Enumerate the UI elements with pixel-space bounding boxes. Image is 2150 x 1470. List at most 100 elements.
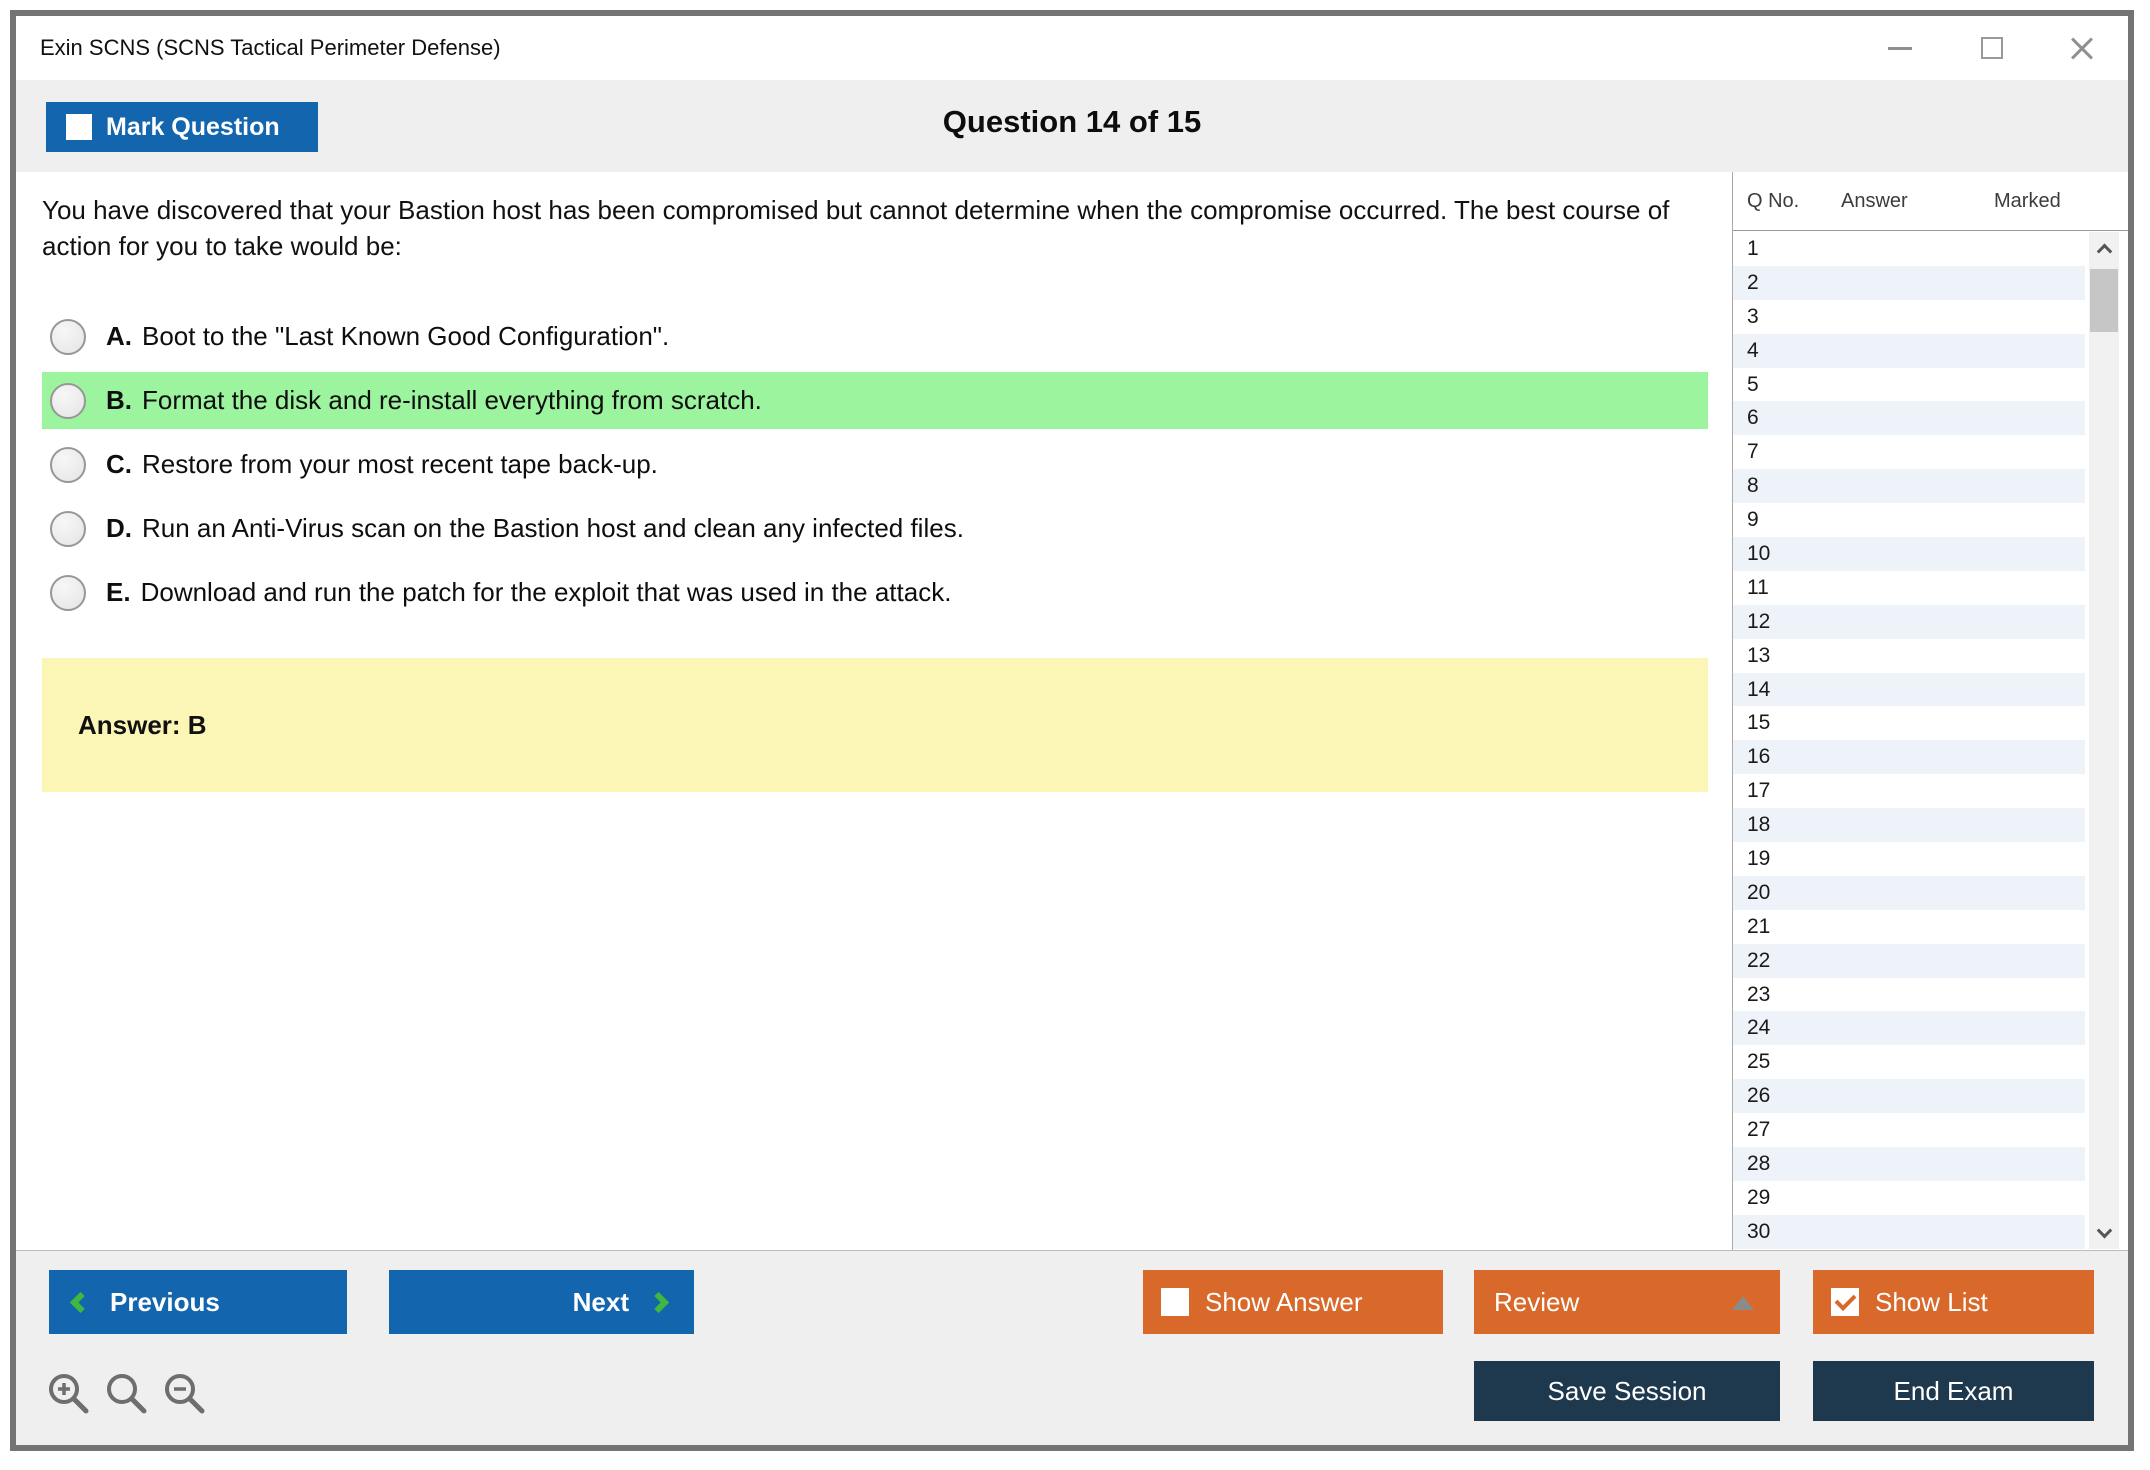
question-list-row[interactable]: 4: [1733, 334, 2085, 368]
scroll-down-button[interactable]: [2089, 1217, 2119, 1249]
next-button[interactable]: Next: [389, 1270, 694, 1334]
scrollbar-thumb[interactable]: [2090, 269, 2118, 332]
title-bar: Exin SCNS (SCNS Tactical Perimeter Defen…: [16, 16, 2128, 80]
question-number: 5: [1747, 373, 1759, 397]
question-list-row[interactable]: 20: [1733, 876, 2085, 910]
question-list-row[interactable]: 10: [1733, 537, 2085, 571]
option-radio[interactable]: [50, 383, 86, 419]
question-list-row[interactable]: 24: [1733, 1011, 2085, 1045]
question-number: 29: [1747, 1186, 1770, 1210]
question-number: 18: [1747, 813, 1770, 837]
previous-button[interactable]: Previous: [49, 1270, 347, 1334]
close-button[interactable]: [2064, 30, 2100, 66]
question-number: 26: [1747, 1084, 1770, 1108]
question-list-row[interactable]: 25: [1733, 1045, 2085, 1079]
minimize-button[interactable]: [1882, 30, 1918, 66]
zoom-out-icon[interactable]: [162, 1371, 208, 1417]
option-radio[interactable]: [50, 319, 86, 355]
question-number: 10: [1747, 542, 1770, 566]
question-number: 4: [1747, 339, 1759, 363]
question-list-scrollbar[interactable]: [2089, 232, 2119, 1249]
zoom-tools: [46, 1371, 208, 1417]
question-list-row[interactable]: 15: [1733, 706, 2085, 740]
answer-option[interactable]: D. Run an Anti-Virus scan on the Bastion…: [42, 500, 1708, 557]
save-session-label: Save Session: [1548, 1376, 1707, 1407]
question-list-row[interactable]: 7: [1733, 435, 2085, 469]
question-number: 14: [1747, 678, 1770, 702]
show-answer-checkbox[interactable]: [1161, 1288, 1189, 1316]
question-number: 8: [1747, 474, 1759, 498]
option-letter: B.: [106, 385, 132, 416]
zoom-in-icon[interactable]: [46, 1371, 92, 1417]
review-button[interactable]: Review: [1474, 1270, 1780, 1334]
question-list-row[interactable]: 28: [1733, 1147, 2085, 1181]
option-radio[interactable]: [50, 447, 86, 483]
question-list-row[interactable]: 22: [1733, 944, 2085, 978]
question-number: 16: [1747, 745, 1770, 769]
show-list-checkbox[interactable]: [1831, 1288, 1859, 1316]
question-list-row[interactable]: 6: [1733, 401, 2085, 435]
question-list-row[interactable]: 21: [1733, 910, 2085, 944]
question-list-row[interactable]: 2: [1733, 266, 2085, 300]
show-answer-label: Show Answer: [1205, 1287, 1363, 1318]
option-radio[interactable]: [50, 575, 86, 611]
option-letter: A.: [106, 321, 132, 352]
question-number: 27: [1747, 1118, 1770, 1142]
exam-window: Exin SCNS (SCNS Tactical Perimeter Defen…: [10, 10, 2134, 1451]
question-number: 28: [1747, 1152, 1770, 1176]
question-number: 19: [1747, 847, 1770, 871]
close-icon: [2069, 35, 2095, 61]
scroll-up-button[interactable]: [2089, 232, 2119, 264]
question-number: 20: [1747, 881, 1770, 905]
chevron-down-icon: [2096, 1222, 2112, 1238]
question-list-row[interactable]: 1: [1733, 232, 2085, 266]
question-list-row[interactable]: 19: [1733, 842, 2085, 876]
question-list-row[interactable]: 13: [1733, 639, 2085, 673]
header-bar: Mark Question Question 14 of 15: [16, 80, 2128, 172]
question-list-row[interactable]: 12: [1733, 605, 2085, 639]
show-answer-button[interactable]: Show Answer: [1143, 1270, 1443, 1334]
question-list-row[interactable]: 23: [1733, 978, 2085, 1012]
question-list-row[interactable]: 5: [1733, 368, 2085, 402]
minimize-icon: [1888, 47, 1912, 50]
column-qno: Q No.: [1747, 190, 1799, 213]
show-list-button[interactable]: Show List: [1813, 1270, 2094, 1334]
question-number: 25: [1747, 1050, 1770, 1074]
question-list-row[interactable]: 17: [1733, 774, 2085, 808]
answer-option[interactable]: E. Download and run the patch for the ex…: [42, 564, 1708, 621]
question-list-row[interactable]: 16: [1733, 740, 2085, 774]
column-marked: Marked: [1994, 190, 2061, 213]
column-answer: Answer: [1841, 190, 1908, 213]
previous-label: Previous: [110, 1287, 220, 1318]
question-list-row[interactable]: 3: [1733, 300, 2085, 334]
question-list-row[interactable]: 27: [1733, 1113, 2085, 1147]
question-list-row[interactable]: 18: [1733, 808, 2085, 842]
question-list-row[interactable]: 30: [1733, 1215, 2085, 1249]
option-radio[interactable]: [50, 511, 86, 547]
zoom-reset-icon[interactable]: [104, 1371, 150, 1417]
question-number: 12: [1747, 610, 1770, 634]
answer-option[interactable]: B. Format the disk and re-install everyt…: [42, 372, 1708, 429]
option-letter: C.: [106, 449, 132, 480]
answer-option[interactable]: A. Boot to the "Last Known Good Configur…: [42, 308, 1708, 365]
main-content: You have discovered that your Bastion ho…: [16, 172, 2128, 1250]
option-text: Restore from your most recent tape back-…: [142, 449, 658, 480]
question-list-row[interactable]: 29: [1733, 1181, 2085, 1215]
maximize-button[interactable]: [1974, 30, 2010, 66]
question-list-row[interactable]: 26: [1733, 1079, 2085, 1113]
question-list-row[interactable]: 9: [1733, 503, 2085, 537]
save-session-button[interactable]: Save Session: [1474, 1361, 1780, 1421]
question-list-row[interactable]: 8: [1733, 469, 2085, 503]
option-text: Format the disk and re-install everythin…: [142, 385, 762, 416]
end-exam-button[interactable]: End Exam: [1813, 1361, 2094, 1421]
question-list-row[interactable]: 14: [1733, 673, 2085, 707]
question-number: 21: [1747, 915, 1770, 939]
question-counter: Question 14 of 15: [16, 104, 2128, 140]
answer-option[interactable]: C. Restore from your most recent tape ba…: [42, 436, 1708, 493]
question-number: 11: [1747, 576, 1769, 600]
question-number: 22: [1747, 949, 1770, 973]
question-list-row[interactable]: 11: [1733, 571, 2085, 605]
window-title: Exin SCNS (SCNS Tactical Perimeter Defen…: [40, 16, 501, 80]
bottom-toolbar: Previous Next Show Answer Review Show Li…: [16, 1250, 2128, 1445]
question-number: 15: [1747, 711, 1770, 735]
